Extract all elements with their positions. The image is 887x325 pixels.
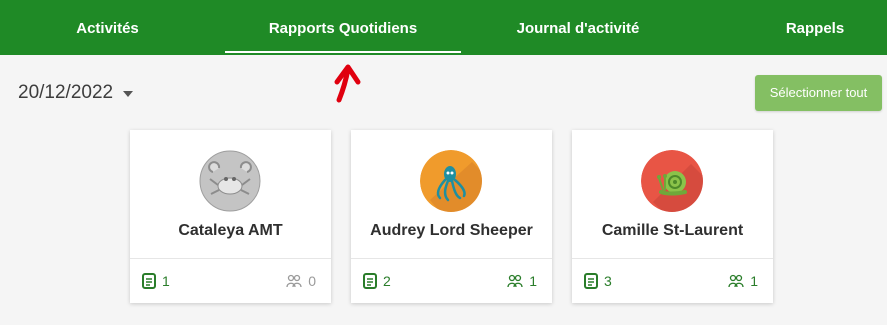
- reports-count-value: 1: [162, 273, 170, 289]
- people-count: 0: [286, 259, 316, 303]
- card-footer: 1 0: [130, 258, 331, 303]
- child-card[interactable]: Camille St-Laurent 3 1: [572, 130, 773, 303]
- people-count: 1: [728, 259, 758, 303]
- reports-count-value: 3: [604, 273, 612, 289]
- reports-count-value: 2: [383, 273, 391, 289]
- document-icon: [142, 273, 156, 289]
- tab-rapports-quotidiens[interactable]: Rapports Quotidiens: [225, 0, 461, 55]
- people-count: 1: [507, 259, 537, 303]
- people-count-value: 0: [308, 273, 316, 289]
- tab-rappels[interactable]: Rappels: [760, 0, 870, 55]
- reports-count: 1: [142, 259, 170, 303]
- child-name: Cataleya AMT: [178, 222, 283, 239]
- document-icon: [584, 273, 598, 289]
- child-name: Camille St-Laurent: [601, 222, 744, 239]
- reports-count: 3: [584, 259, 612, 303]
- people-icon: [728, 274, 744, 288]
- annotation-arrow: [334, 64, 361, 103]
- child-card[interactable]: Audrey Lord Sheeper 2 1: [351, 130, 552, 303]
- document-icon: [363, 273, 377, 289]
- child-name: Audrey Lord Sheeper: [370, 222, 533, 239]
- reports-count: 2: [363, 259, 391, 303]
- top-navigation-bar: Activités Rapports Quotidiens Journal d'…: [0, 0, 887, 55]
- child-card[interactable]: Cataleya AMT 1 0: [130, 130, 331, 303]
- octopus-icon: [420, 150, 482, 212]
- people-icon: [507, 274, 523, 288]
- card-footer: 3 1: [572, 258, 773, 303]
- tab-journal-activite[interactable]: Journal d'activité: [488, 0, 668, 55]
- card-footer: 2 1: [351, 258, 552, 303]
- caret-down-icon: [123, 91, 134, 97]
- people-icon: [286, 274, 302, 288]
- crab-icon: [199, 150, 261, 212]
- date-value: 20/12/2022: [18, 82, 114, 103]
- people-count-value: 1: [750, 273, 758, 289]
- tab-activites[interactable]: Activités: [45, 0, 170, 55]
- people-count-value: 1: [529, 273, 537, 289]
- select-all-button[interactable]: Sélectionner tout: [755, 75, 882, 111]
- date-selector[interactable]: 20/12/2022: [18, 78, 134, 108]
- snail-icon: [641, 150, 703, 212]
